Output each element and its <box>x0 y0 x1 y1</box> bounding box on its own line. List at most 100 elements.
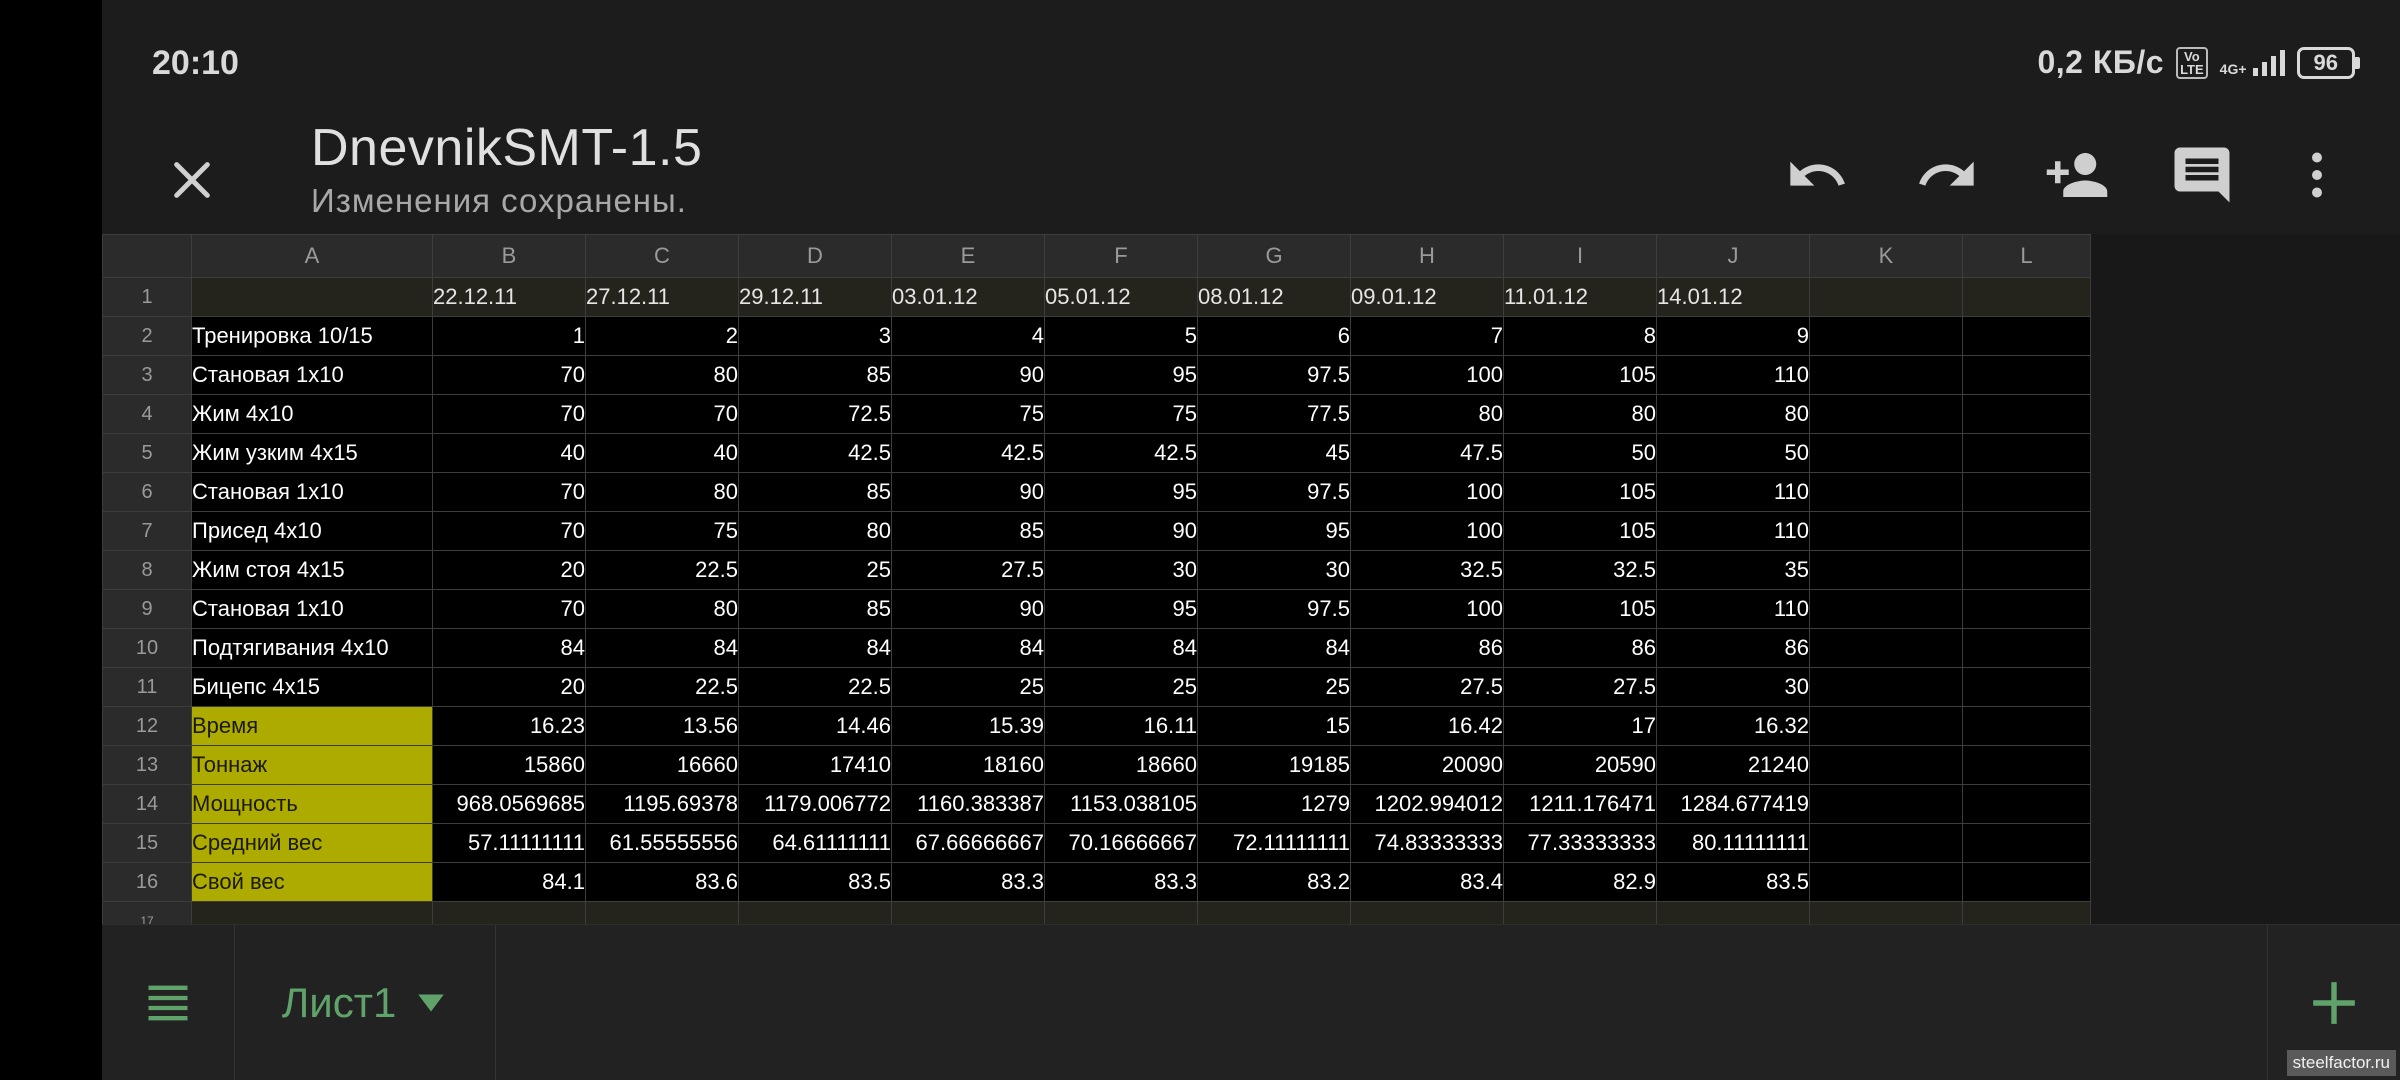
cell-a14[interactable]: Мощность <box>191 784 433 824</box>
cell-j9[interactable]: 110 <box>1656 589 1810 629</box>
cell-l4[interactable] <box>1962 394 2091 434</box>
cell-g12[interactable]: 15 <box>1197 706 1351 746</box>
cell-j17[interactable] <box>1656 901 1810 924</box>
cell-j8[interactable]: 35 <box>1656 550 1810 590</box>
cell-l1[interactable] <box>1962 277 2091 317</box>
cell-l11[interactable] <box>1962 667 2091 707</box>
cell-f11[interactable]: 25 <box>1044 667 1198 707</box>
cell-e12[interactable]: 15.39 <box>891 706 1045 746</box>
cell-b8[interactable]: 20 <box>432 550 586 590</box>
row-header[interactable]: 1 <box>102 277 192 317</box>
cell-e5[interactable]: 42.5 <box>891 433 1045 473</box>
cell-e9[interactable]: 90 <box>891 589 1045 629</box>
cell-h11[interactable]: 27.5 <box>1350 667 1504 707</box>
cell-g13[interactable]: 19185 <box>1197 745 1351 785</box>
cell-h1[interactable]: 09.01.12 <box>1350 277 1504 317</box>
cell-a12[interactable]: Время <box>191 706 433 746</box>
cell-k1[interactable] <box>1809 277 1963 317</box>
cell-d1[interactable]: 29.12.11 <box>738 277 892 317</box>
row-header[interactable]: 4 <box>102 394 192 434</box>
cell-d8[interactable]: 25 <box>738 550 892 590</box>
sheet-table[interactable]: A B C D E F G H I J K L 1 22.12.11 27.12.11 29.12.11 03.… <box>102 234 2091 924</box>
cell-i8[interactable]: 32.5 <box>1503 550 1657 590</box>
cell-g10[interactable]: 84 <box>1197 628 1351 668</box>
cell-j11[interactable]: 30 <box>1656 667 1810 707</box>
cell-k13[interactable] <box>1809 745 1963 785</box>
cell-a4[interactable]: Жим 4х10 <box>191 394 433 434</box>
sheet-tab-list1[interactable]: Лист1 <box>235 925 496 1080</box>
cell-i2[interactable]: 8 <box>1503 316 1657 356</box>
cell-c7[interactable]: 75 <box>585 511 739 551</box>
cell-k6[interactable] <box>1809 472 1963 512</box>
cell-i4[interactable]: 80 <box>1503 394 1657 434</box>
cell-j5[interactable]: 50 <box>1656 433 1810 473</box>
column-header-a[interactable]: A <box>191 234 433 278</box>
cell-l13[interactable] <box>1962 745 2091 785</box>
select-all-corner[interactable] <box>102 234 192 278</box>
cell-f8[interactable]: 30 <box>1044 550 1198 590</box>
cell-f9[interactable]: 95 <box>1044 589 1198 629</box>
cell-k16[interactable] <box>1809 862 1963 902</box>
cell-i6[interactable]: 105 <box>1503 472 1657 512</box>
cell-e3[interactable]: 90 <box>891 355 1045 395</box>
cell-b7[interactable]: 70 <box>432 511 586 551</box>
spreadsheet-grid[interactable]: A B C D E F G H I J K L 1 22.12.11 27.12.11 29.12.11 03.… <box>102 234 2400 924</box>
column-header-d[interactable]: D <box>738 234 892 278</box>
cell-a13[interactable]: Тоннаж <box>191 745 433 785</box>
column-header-g[interactable]: G <box>1197 234 1351 278</box>
cell-d11[interactable]: 22.5 <box>738 667 892 707</box>
cell-l2[interactable] <box>1962 316 2091 356</box>
cell-k9[interactable] <box>1809 589 1963 629</box>
cell-j4[interactable]: 80 <box>1656 394 1810 434</box>
cell-a10[interactable]: Подтягивания 4х10 <box>191 628 433 668</box>
cell-h17[interactable] <box>1350 901 1504 924</box>
cell-f15[interactable]: 70.16666667 <box>1044 823 1198 863</box>
column-header-k[interactable]: K <box>1809 234 1963 278</box>
close-button[interactable] <box>152 140 232 220</box>
cell-h8[interactable]: 32.5 <box>1350 550 1504 590</box>
cell-c4[interactable]: 70 <box>585 394 739 434</box>
cell-e8[interactable]: 27.5 <box>891 550 1045 590</box>
cell-l17[interactable] <box>1962 901 2091 924</box>
cell-i1[interactable]: 11.01.12 <box>1503 277 1657 317</box>
cell-e6[interactable]: 90 <box>891 472 1045 512</box>
cell-j6[interactable]: 110 <box>1656 472 1810 512</box>
cell-d16[interactable]: 83.5 <box>738 862 892 902</box>
cell-g3[interactable]: 97.5 <box>1197 355 1351 395</box>
cell-c15[interactable]: 61.55555556 <box>585 823 739 863</box>
cell-i7[interactable]: 105 <box>1503 511 1657 551</box>
cell-g11[interactable]: 25 <box>1197 667 1351 707</box>
cell-g8[interactable]: 30 <box>1197 550 1351 590</box>
cell-i15[interactable]: 77.33333333 <box>1503 823 1657 863</box>
row-header[interactable]: 6 <box>102 472 192 512</box>
cell-d15[interactable]: 64.61111111 <box>738 823 892 863</box>
row-header[interactable]: 5 <box>102 433 192 473</box>
cell-a2[interactable]: Тренировка 10/15 <box>191 316 433 356</box>
row-header[interactable]: 8 <box>102 550 192 590</box>
cell-f3[interactable]: 95 <box>1044 355 1198 395</box>
cell-j15[interactable]: 80.11111111 <box>1656 823 1810 863</box>
column-header-e[interactable]: E <box>891 234 1045 278</box>
cell-g6[interactable]: 97.5 <box>1197 472 1351 512</box>
cell-i5[interactable]: 50 <box>1503 433 1657 473</box>
cell-e7[interactable]: 85 <box>891 511 1045 551</box>
cell-c10[interactable]: 84 <box>585 628 739 668</box>
cell-a5[interactable]: Жим узким 4х15 <box>191 433 433 473</box>
cell-b10[interactable]: 84 <box>432 628 586 668</box>
redo-button[interactable] <box>1902 130 1992 220</box>
cell-h10[interactable]: 86 <box>1350 628 1504 668</box>
cell-i11[interactable]: 27.5 <box>1503 667 1657 707</box>
comments-button[interactable] <box>2157 130 2247 220</box>
cell-k8[interactable] <box>1809 550 1963 590</box>
cell-h2[interactable]: 7 <box>1350 316 1504 356</box>
cell-d6[interactable]: 85 <box>738 472 892 512</box>
cell-g2[interactable]: 6 <box>1197 316 1351 356</box>
cell-e15[interactable]: 67.66666667 <box>891 823 1045 863</box>
cell-i16[interactable]: 82.9 <box>1503 862 1657 902</box>
column-header-f[interactable]: F <box>1044 234 1198 278</box>
row-header[interactable]: 16 <box>102 862 192 902</box>
cell-g5[interactable]: 45 <box>1197 433 1351 473</box>
cell-b17[interactable] <box>432 901 586 924</box>
cell-f6[interactable]: 95 <box>1044 472 1198 512</box>
cell-f10[interactable]: 84 <box>1044 628 1198 668</box>
